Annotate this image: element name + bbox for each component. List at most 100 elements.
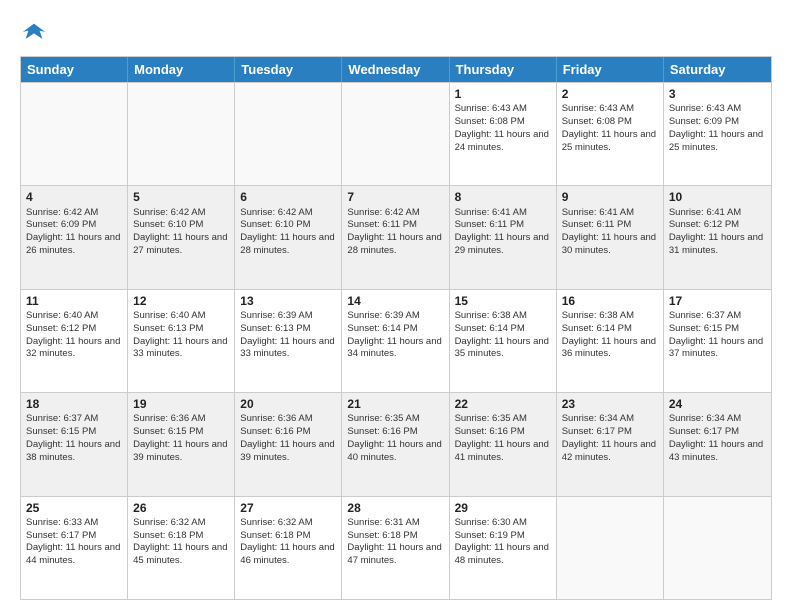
- day-number: 13: [240, 293, 336, 309]
- day-info: Sunrise: 6:37 AM Sunset: 6:15 PM Dayligh…: [26, 413, 120, 462]
- day-number: 20: [240, 396, 336, 412]
- day-number: 7: [347, 189, 443, 205]
- day-info: Sunrise: 6:41 AM Sunset: 6:12 PM Dayligh…: [669, 207, 763, 256]
- day-info: Sunrise: 6:43 AM Sunset: 6:08 PM Dayligh…: [455, 103, 549, 152]
- day-info: Sunrise: 6:40 AM Sunset: 6:13 PM Dayligh…: [133, 310, 227, 359]
- cal-header-cell: Wednesday: [342, 57, 449, 82]
- day-info: Sunrise: 6:39 AM Sunset: 6:14 PM Dayligh…: [347, 310, 441, 359]
- day-info: Sunrise: 6:43 AM Sunset: 6:09 PM Dayligh…: [669, 103, 763, 152]
- calendar-cell: 13Sunrise: 6:39 AM Sunset: 6:13 PM Dayli…: [235, 290, 342, 392]
- calendar-row: 18Sunrise: 6:37 AM Sunset: 6:15 PM Dayli…: [21, 392, 771, 495]
- day-info: Sunrise: 6:39 AM Sunset: 6:13 PM Dayligh…: [240, 310, 334, 359]
- day-number: 3: [669, 86, 766, 102]
- day-number: 11: [26, 293, 122, 309]
- logo: [20, 18, 52, 46]
- calendar-cell: 23Sunrise: 6:34 AM Sunset: 6:17 PM Dayli…: [557, 393, 664, 495]
- day-number: 10: [669, 189, 766, 205]
- day-number: 18: [26, 396, 122, 412]
- calendar-row: 4 Sunrise: 6:42 AM Sunset: 6:09 PM Daylig…: [21, 185, 771, 288]
- day-number: 24: [669, 396, 766, 412]
- cal-header-cell: Sunday: [21, 57, 128, 82]
- cal-header-cell: Friday: [557, 57, 664, 82]
- calendar-cell: 22Sunrise: 6:35 AM Sunset: 6:16 PM Dayli…: [450, 393, 557, 495]
- calendar-cell: 9Sunrise: 6:41 AM Sunset: 6:11 PM Daylig…: [557, 186, 664, 288]
- day-number: 1: [455, 86, 551, 102]
- calendar-cell: 5 Sunrise: 6:42 AM Sunset: 6:10 PM Daylig…: [128, 186, 235, 288]
- day-info: Sunrise: 6:32 AM Sunset: 6:18 PM Dayligh…: [240, 517, 334, 566]
- calendar-cell: 26Sunrise: 6:32 AM Sunset: 6:18 PM Dayli…: [128, 497, 235, 599]
- day-number: 6: [240, 189, 336, 205]
- day-number: 8: [455, 189, 551, 205]
- calendar-cell: 16Sunrise: 6:38 AM Sunset: 6:14 PM Dayli…: [557, 290, 664, 392]
- day-info: Sunrise: 6:33 AM Sunset: 6:17 PM Dayligh…: [26, 517, 120, 566]
- calendar-cell: 24Sunrise: 6:34 AM Sunset: 6:17 PM Dayli…: [664, 393, 771, 495]
- day-info: Sunrise: 6:42 AM Sunset: 6:09 PM Dayligh…: [26, 207, 120, 256]
- day-info: Sunrise: 6:38 AM Sunset: 6:14 PM Dayligh…: [562, 310, 656, 359]
- calendar-cell: 18Sunrise: 6:37 AM Sunset: 6:15 PM Dayli…: [21, 393, 128, 495]
- calendar-cell: [128, 83, 235, 185]
- day-number: 29: [455, 500, 551, 516]
- calendar-cell: 4 Sunrise: 6:42 AM Sunset: 6:09 PM Daylig…: [21, 186, 128, 288]
- day-info: Sunrise: 6:34 AM Sunset: 6:17 PM Dayligh…: [562, 413, 656, 462]
- cal-header-cell: Saturday: [664, 57, 771, 82]
- cal-header-cell: Tuesday: [235, 57, 342, 82]
- calendar-row: 1Sunrise: 6:43 AM Sunset: 6:08 PM Daylig…: [21, 82, 771, 185]
- calendar-cell: 19Sunrise: 6:36 AM Sunset: 6:15 PM Dayli…: [128, 393, 235, 495]
- calendar-cell: [557, 497, 664, 599]
- calendar-cell: [342, 83, 449, 185]
- day-number: 16: [562, 293, 658, 309]
- day-info: Sunrise: 6:41 AM Sunset: 6:11 PM Dayligh…: [562, 207, 656, 256]
- day-number: 25: [26, 500, 122, 516]
- day-info: Sunrise: 6:42 AM Sunset: 6:10 PM Dayligh…: [240, 207, 334, 256]
- day-info: Sunrise: 6:40 AM Sunset: 6:12 PM Dayligh…: [26, 310, 120, 359]
- calendar-cell: 11Sunrise: 6:40 AM Sunset: 6:12 PM Dayli…: [21, 290, 128, 392]
- day-number: 23: [562, 396, 658, 412]
- calendar-body: 1Sunrise: 6:43 AM Sunset: 6:08 PM Daylig…: [21, 82, 771, 599]
- calendar-cell: [21, 83, 128, 185]
- day-number: 19: [133, 396, 229, 412]
- calendar-cell: 7Sunrise: 6:42 AM Sunset: 6:11 PM Daylig…: [342, 186, 449, 288]
- day-number: 15: [455, 293, 551, 309]
- cal-header-cell: Monday: [128, 57, 235, 82]
- day-number: 27: [240, 500, 336, 516]
- day-info: Sunrise: 6:35 AM Sunset: 6:16 PM Dayligh…: [347, 413, 441, 462]
- day-number: 2: [562, 86, 658, 102]
- calendar-row: 11Sunrise: 6:40 AM Sunset: 6:12 PM Dayli…: [21, 289, 771, 392]
- day-info: Sunrise: 6:34 AM Sunset: 6:17 PM Dayligh…: [669, 413, 763, 462]
- calendar-cell: 10 Sunrise: 6:41 AM Sunset: 6:12 PM Dayli…: [664, 186, 771, 288]
- day-number: 5: [133, 189, 229, 205]
- calendar-cell: 27Sunrise: 6:32 AM Sunset: 6:18 PM Dayli…: [235, 497, 342, 599]
- day-number: 4: [26, 189, 122, 205]
- calendar-cell: 14Sunrise: 6:39 AM Sunset: 6:14 PM Dayli…: [342, 290, 449, 392]
- calendar-cell: 15Sunrise: 6:38 AM Sunset: 6:14 PM Dayli…: [450, 290, 557, 392]
- day-info: Sunrise: 6:32 AM Sunset: 6:18 PM Dayligh…: [133, 517, 227, 566]
- calendar-cell: 12Sunrise: 6:40 AM Sunset: 6:13 PM Dayli…: [128, 290, 235, 392]
- day-info: Sunrise: 6:35 AM Sunset: 6:16 PM Dayligh…: [455, 413, 549, 462]
- day-number: 26: [133, 500, 229, 516]
- day-number: 22: [455, 396, 551, 412]
- calendar-cell: 6 Sunrise: 6:42 AM Sunset: 6:10 PM Daylig…: [235, 186, 342, 288]
- calendar-header-row: SundayMondayTuesdayWednesdayThursdayFrid…: [21, 57, 771, 82]
- day-info: Sunrise: 6:31 AM Sunset: 6:18 PM Dayligh…: [347, 517, 441, 566]
- page: SundayMondayTuesdayWednesdayThursdayFrid…: [0, 0, 792, 612]
- calendar-cell: 3Sunrise: 6:43 AM Sunset: 6:09 PM Daylig…: [664, 83, 771, 185]
- header: [20, 18, 772, 46]
- logo-bird-icon: [20, 18, 48, 46]
- calendar-cell: 1Sunrise: 6:43 AM Sunset: 6:08 PM Daylig…: [450, 83, 557, 185]
- day-number: 14: [347, 293, 443, 309]
- calendar-cell: 2Sunrise: 6:43 AM Sunset: 6:08 PM Daylig…: [557, 83, 664, 185]
- day-info: Sunrise: 6:42 AM Sunset: 6:10 PM Dayligh…: [133, 207, 227, 256]
- calendar-cell: 20Sunrise: 6:36 AM Sunset: 6:16 PM Dayli…: [235, 393, 342, 495]
- day-number: 17: [669, 293, 766, 309]
- day-info: Sunrise: 6:41 AM Sunset: 6:11 PM Dayligh…: [455, 207, 549, 256]
- calendar-cell: 29Sunrise: 6:30 AM Sunset: 6:19 PM Dayli…: [450, 497, 557, 599]
- day-info: Sunrise: 6:30 AM Sunset: 6:19 PM Dayligh…: [455, 517, 549, 566]
- day-info: Sunrise: 6:37 AM Sunset: 6:15 PM Dayligh…: [669, 310, 763, 359]
- day-info: Sunrise: 6:36 AM Sunset: 6:16 PM Dayligh…: [240, 413, 334, 462]
- calendar-cell: 21Sunrise: 6:35 AM Sunset: 6:16 PM Dayli…: [342, 393, 449, 495]
- calendar-cell: 17Sunrise: 6:37 AM Sunset: 6:15 PM Dayli…: [664, 290, 771, 392]
- calendar: SundayMondayTuesdayWednesdayThursdayFrid…: [20, 56, 772, 600]
- day-info: Sunrise: 6:36 AM Sunset: 6:15 PM Dayligh…: [133, 413, 227, 462]
- calendar-cell: 8 Sunrise: 6:41 AM Sunset: 6:11 PM Daylig…: [450, 186, 557, 288]
- calendar-cell: 28Sunrise: 6:31 AM Sunset: 6:18 PM Dayli…: [342, 497, 449, 599]
